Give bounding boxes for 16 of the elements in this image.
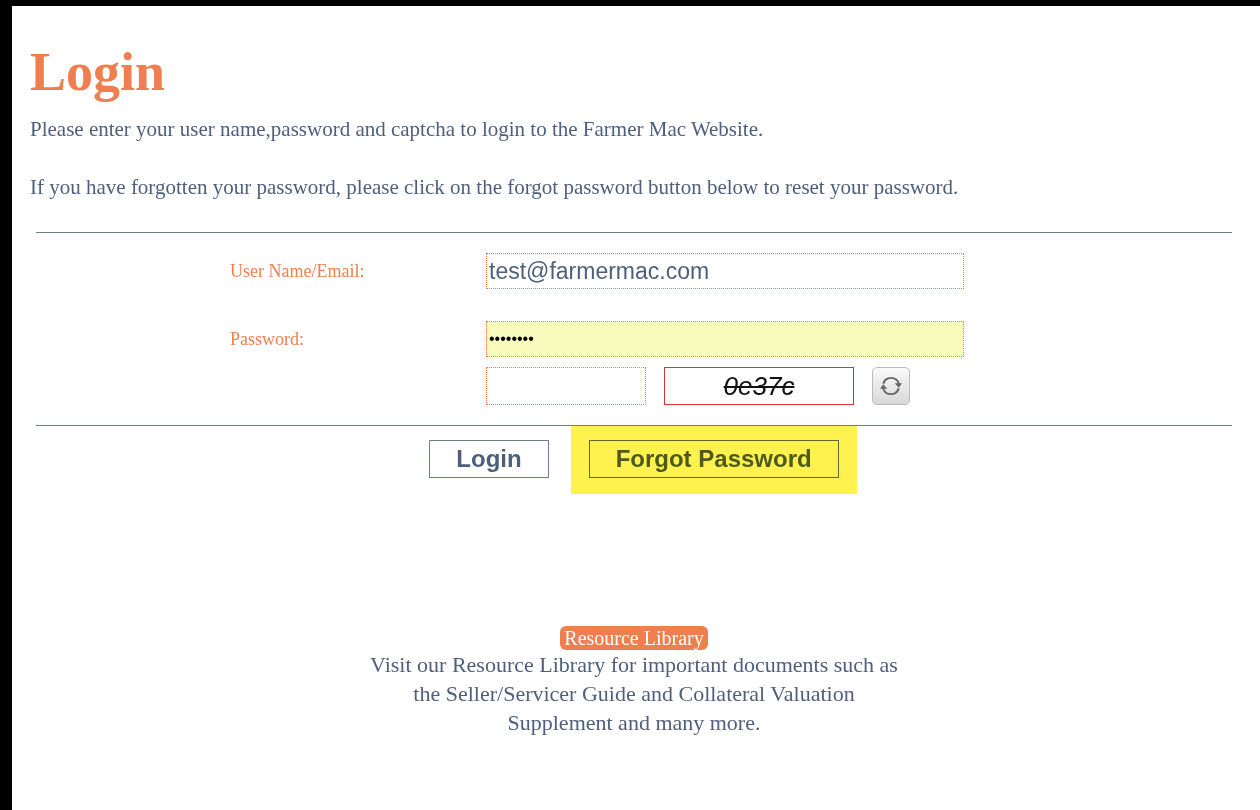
captcha-input-field[interactable] (486, 367, 646, 405)
field-label: User Name/Email: (230, 260, 366, 282)
field-label: Password: (230, 328, 305, 350)
resource-description: Visit our Resource Library for important documents such as (370, 651, 898, 679)
refresh-button[interactable] (872, 367, 910, 405)
resource-description: the Seller/Servicer Guide and Collateral Valuation (413, 680, 855, 708)
input-field[interactable]: test@farmermac.com (486, 253, 964, 289)
page-title: Login (30, 42, 166, 102)
instruction-text: Please enter your user name,password and captcha to login to the Farmer Mac Website. (30, 116, 765, 142)
refresh-icon (880, 375, 902, 397)
form-button[interactable]: Forgot Password (588, 440, 839, 478)
instruction-text: If you have forgotten your password, please click on the forgot password button below to reset your password. (30, 174, 960, 200)
input-field[interactable]: •••••••• (486, 321, 964, 357)
form-button[interactable]: Login (429, 440, 549, 478)
resource-description: Supplement and many more. (507, 709, 761, 737)
captcha-image: 0e37c (664, 367, 854, 405)
